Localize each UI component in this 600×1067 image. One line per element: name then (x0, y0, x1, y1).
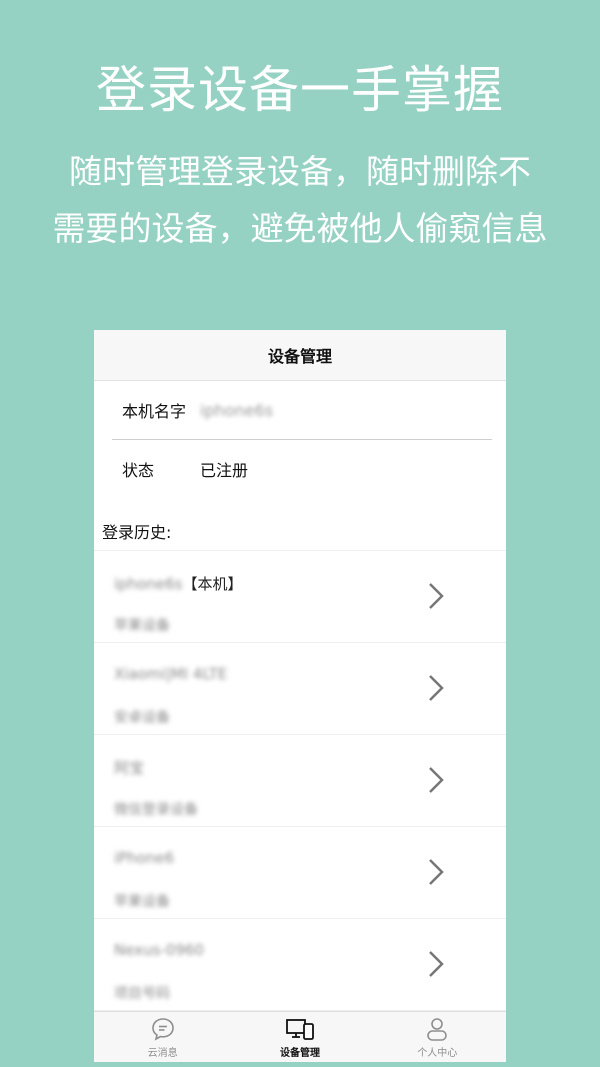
tab-messages-label: 云消息 (147, 1048, 178, 1059)
device-row[interactable]: Nexus-0960 项目号码 (94, 919, 506, 1011)
device-row[interactable]: 阿宝 微信登录设备 (94, 735, 506, 827)
promo-headline: 登录设备一手掌握 (96, 61, 504, 119)
promo-subline-2: 需要的设备，避免被他人偷窥信息 (52, 209, 548, 248)
promo-page: 登录设备一手掌握 随时管理登录设备，随时删除不 需要的设备，避免被他人偷窥信息 … (0, 0, 600, 1067)
device-row-type: 微信登录设备 (114, 802, 198, 818)
tab-profile-label: 个人中心 (417, 1048, 458, 1059)
chevron-right-icon (429, 951, 444, 977)
status-row: 状态 已注册 (94, 440, 506, 498)
phone-screen: 设备管理 本机名字 iphone6s 状态 已注册 登录历史: iphone6s… (94, 330, 506, 1062)
chevron-right-icon (429, 675, 444, 701)
status-value: 已注册 (200, 461, 249, 480)
tab-messages[interactable]: 云消息 (94, 1012, 231, 1062)
device-row-type: 苹果设备 (114, 618, 170, 634)
tab-device-management[interactable]: 设备管理 (231, 1012, 368, 1062)
devices-icon (286, 1019, 314, 1040)
chat-bubble-icon (151, 1018, 174, 1041)
nav-title: 设备管理 (267, 347, 332, 366)
chevron-right-icon (429, 859, 444, 885)
promo-subline-1: 随时管理登录设备，随时删除不 (69, 152, 531, 191)
tab-device-management-label: 设备管理 (279, 1048, 320, 1059)
device-row-type: 苹果设备 (114, 894, 170, 910)
device-row-name: Xiaomi|MI 4LTE (114, 665, 228, 683)
nav-bar: 设备管理 (94, 330, 506, 381)
device-name-value: iphone6s (200, 400, 274, 420)
history-label: 登录历史: (94, 516, 506, 551)
device-row[interactable]: iPhone6 苹果设备 (94, 827, 506, 919)
person-icon (427, 1018, 448, 1041)
device-name-label: 本机名字 (122, 402, 187, 421)
device-row-name: 阿宝 (114, 759, 145, 777)
tab-bar: 云消息 设备管理 个人中心 (94, 1011, 506, 1062)
device-name-row: 本机名字 iphone6s (94, 381, 506, 439)
chevron-right-icon (429, 767, 444, 793)
tab-profile[interactable]: 个人中心 (369, 1012, 506, 1062)
device-row[interactable]: Xiaomi|MI 4LTE 安卓设备 (94, 643, 506, 735)
chevron-right-icon (429, 583, 444, 609)
device-row-name: Nexus-0960 (114, 941, 204, 959)
device-row-name: iPhone6 (114, 849, 175, 867)
device-row-name: iphone6s【本机】 (114, 575, 243, 593)
status-label: 状态 (122, 461, 155, 480)
device-row[interactable]: iphone6s【本机】 苹果设备 (94, 551, 506, 643)
device-row-type: 安卓设备 (114, 710, 170, 726)
device-row-type: 项目号码 (114, 986, 170, 1002)
